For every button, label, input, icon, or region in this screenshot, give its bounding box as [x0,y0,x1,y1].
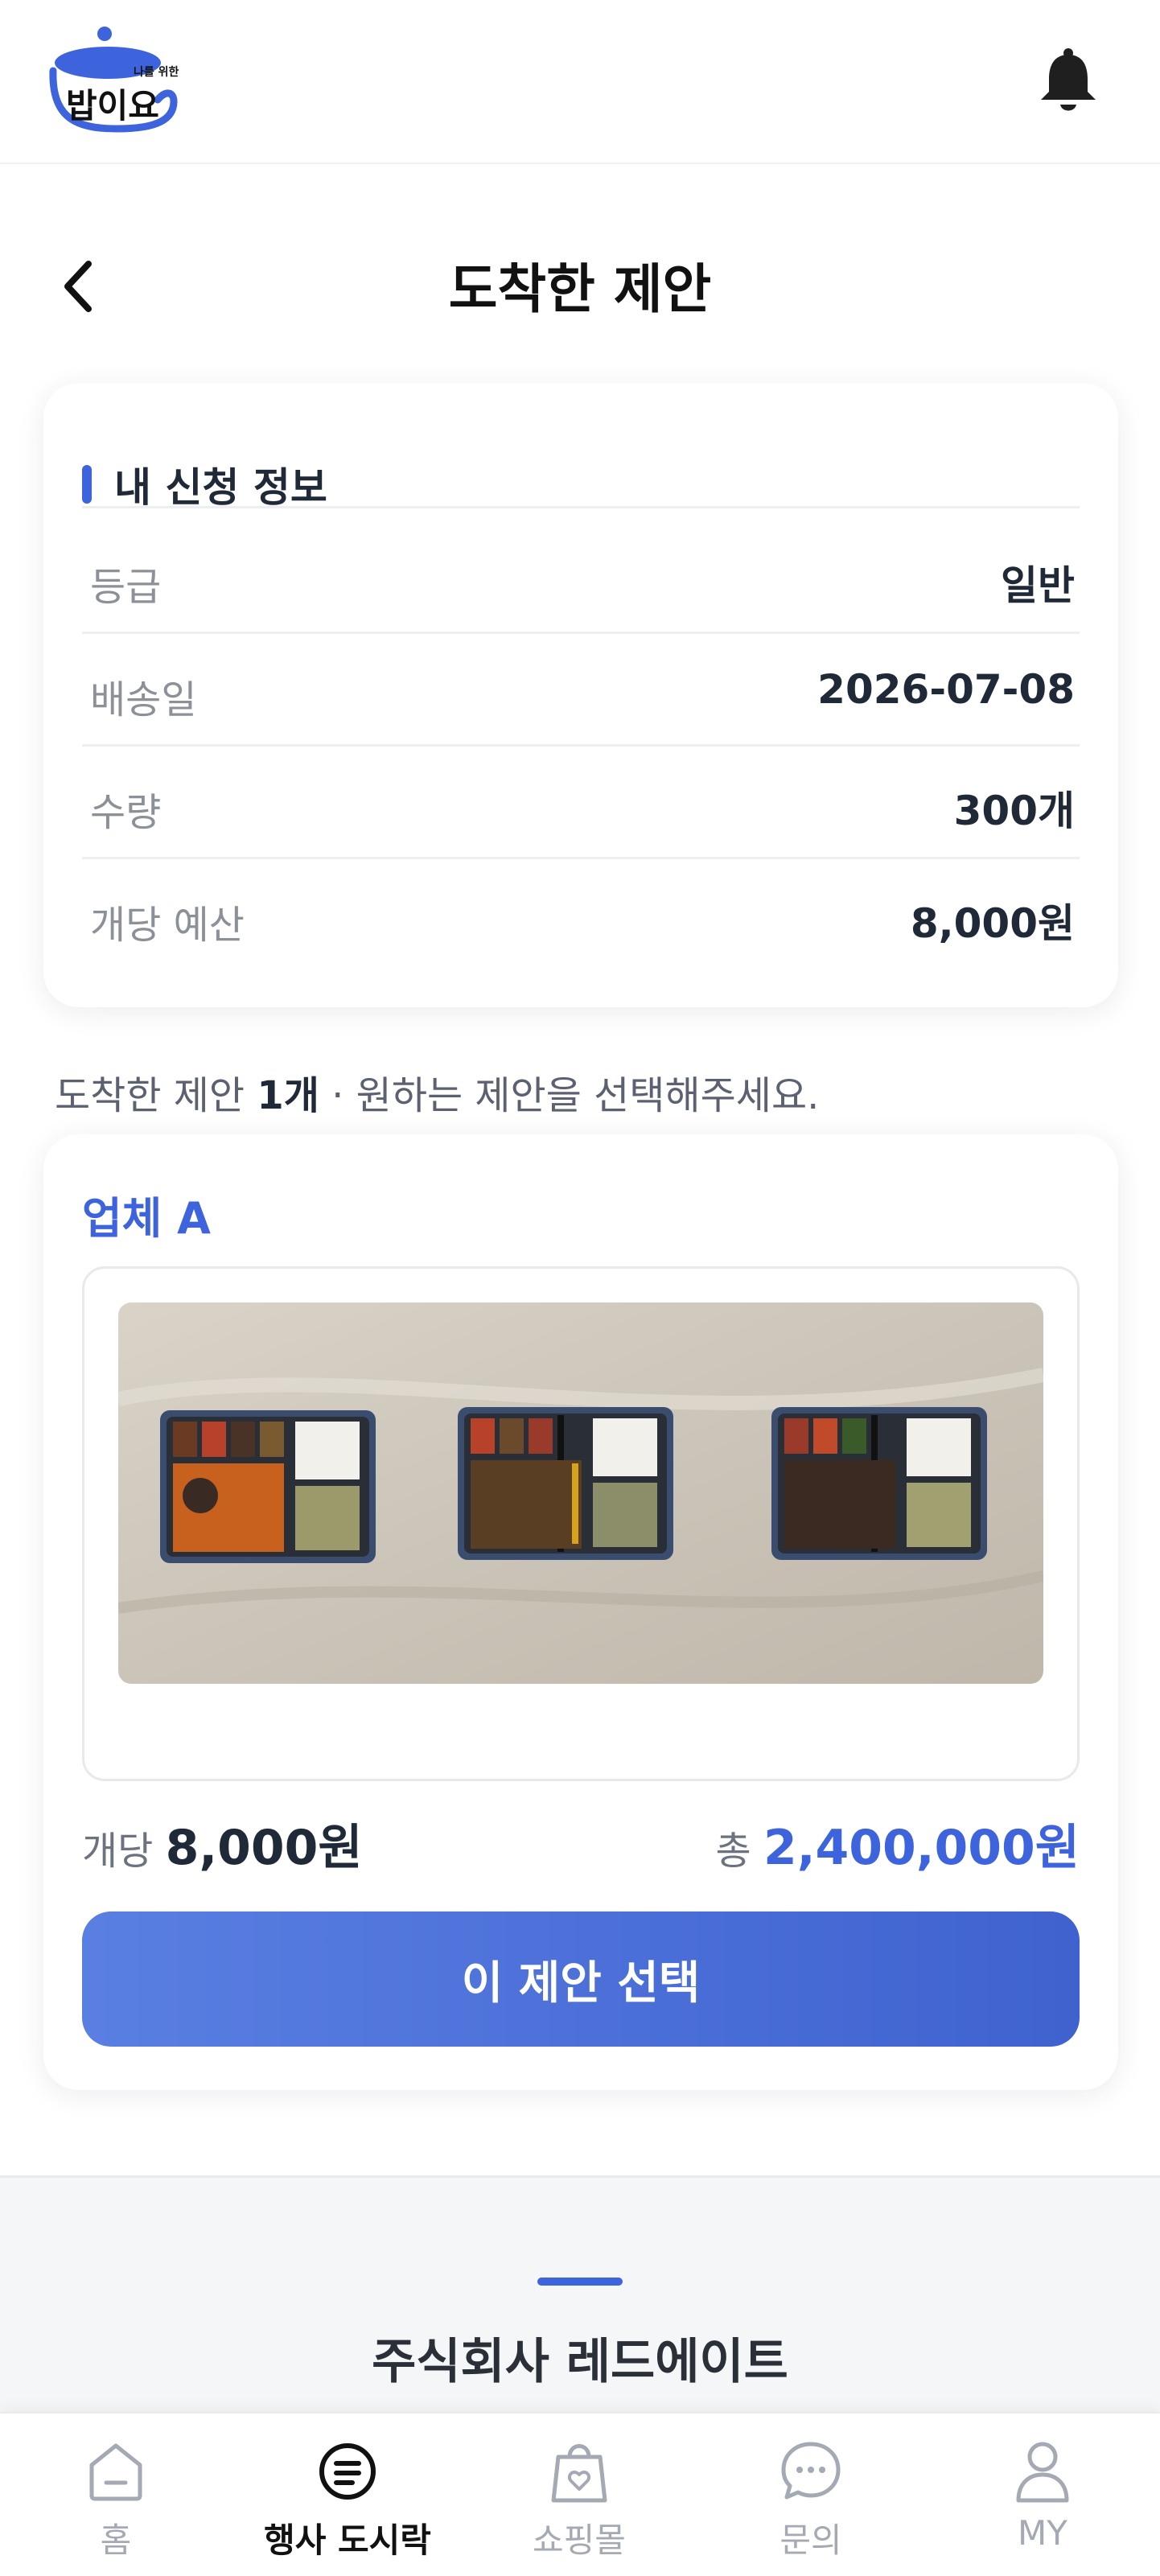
offers-notice: 도착한 제안 1개 · 원하는 제안을 선택해주세요. [55,1064,819,1120]
nav-item-home[interactable]: 홈 [0,2413,232,2576]
chat-icon [781,2442,841,2500]
info-value: 2026-07-08 [817,666,1075,713]
select-offer-button[interactable]: 이 제안 선택 [82,1911,1080,2047]
info-label: 배송일 [90,677,197,722]
info-value: 8,000원 [910,900,1075,947]
info-value: 일반 [1001,562,1075,609]
nav-label: 행사 도시락 [264,2520,431,2560]
page-title: 도착한 제안 [448,258,712,320]
nav-label: 쇼핑몰 [533,2520,626,2560]
nav-item-inquiry[interactable]: 문의 [695,2413,927,2576]
vendor-name: 업체 A [82,1193,211,1244]
nav-label: 문의 [780,2520,842,2560]
bell-icon[interactable] [1038,47,1099,114]
info-label: 개당 예산 [90,903,245,948]
info-row-delivery-date: 배송일 2026-07-08 [82,634,1080,747]
offer-card: 업체 A 개당 8,000원 총 2,400,000원 이 제안 선택 [43,1134,1118,2090]
total-price-label: 총 [715,1829,763,1874]
bottom-nav: 홈 행사 도시락 쇼핑몰 문의 MY [0,2412,1160,2576]
page: 나를 위한 밥이요 도착한 제안 내 신청 정보 등급 일반 배송일 2026-… [0,0,1160,2576]
company-name: 주식회사 레드에이트 [372,2334,788,2390]
section-accent-bar [82,465,92,504]
notice-suffix: · 원하는 제안을 선택해주세요. [319,1073,820,1118]
price-row: 개당 8,000원 총 2,400,000원 [82,1809,1080,1876]
nav-item-event-lunchbox[interactable]: 행사 도시락 [232,2413,463,2576]
nav-item-my[interactable]: MY [927,2413,1158,2576]
user-icon [1016,2442,1069,2503]
total-price-value: 2,400,000원 [763,1820,1080,1876]
notice-prefix: 도착한 제안 [55,1073,257,1118]
section-header: 내 신청 정보 [82,420,1080,511]
unit-price: 개당 8,000원 [82,1809,363,1879]
nav-item-shopping[interactable]: 쇼핑몰 [463,2413,695,2576]
footer: 주식회사 레드에이트 [0,2175,1160,2417]
info-label: 등급 [90,565,162,610]
svg-text:나를 위한: 나를 위한 [134,66,179,79]
nav-label: MY [1018,2513,1067,2553]
total-price: 총 2,400,000원 [716,1809,1080,1879]
info-row-quantity: 수량 300개 [82,747,1080,859]
unit-price-label: 개당 [82,1829,166,1874]
offer-image-box [82,1266,1080,1781]
app-bar: 나를 위한 밥이요 [0,0,1160,164]
unit-price-value: 8,000원 [165,1820,363,1876]
nav-label: 홈 [100,2520,132,2560]
info-row-grade: 등급 일반 [82,521,1080,634]
info-label: 수량 [90,790,162,835]
logo[interactable]: 나를 위한 밥이요 [45,23,182,140]
info-value: 300개 [953,788,1075,834]
application-info-card: 내 신청 정보 등급 일반 배송일 2026-07-08 수량 300개 개당 … [43,383,1118,1007]
section-title: 내 신청 정보 [114,464,327,511]
footer-accent-line [537,2278,623,2286]
lunchbox-icon [319,2443,376,2500]
info-row-unit-budget: 개당 예산 8,000원 [82,859,1080,972]
shopping-bag-icon [551,2444,607,2503]
lunchbox-photo [118,1302,1043,1684]
offer-count: 1개 [257,1073,319,1118]
svg-text:밥이요: 밥이요 [66,86,159,126]
home-icon [89,2443,142,2501]
